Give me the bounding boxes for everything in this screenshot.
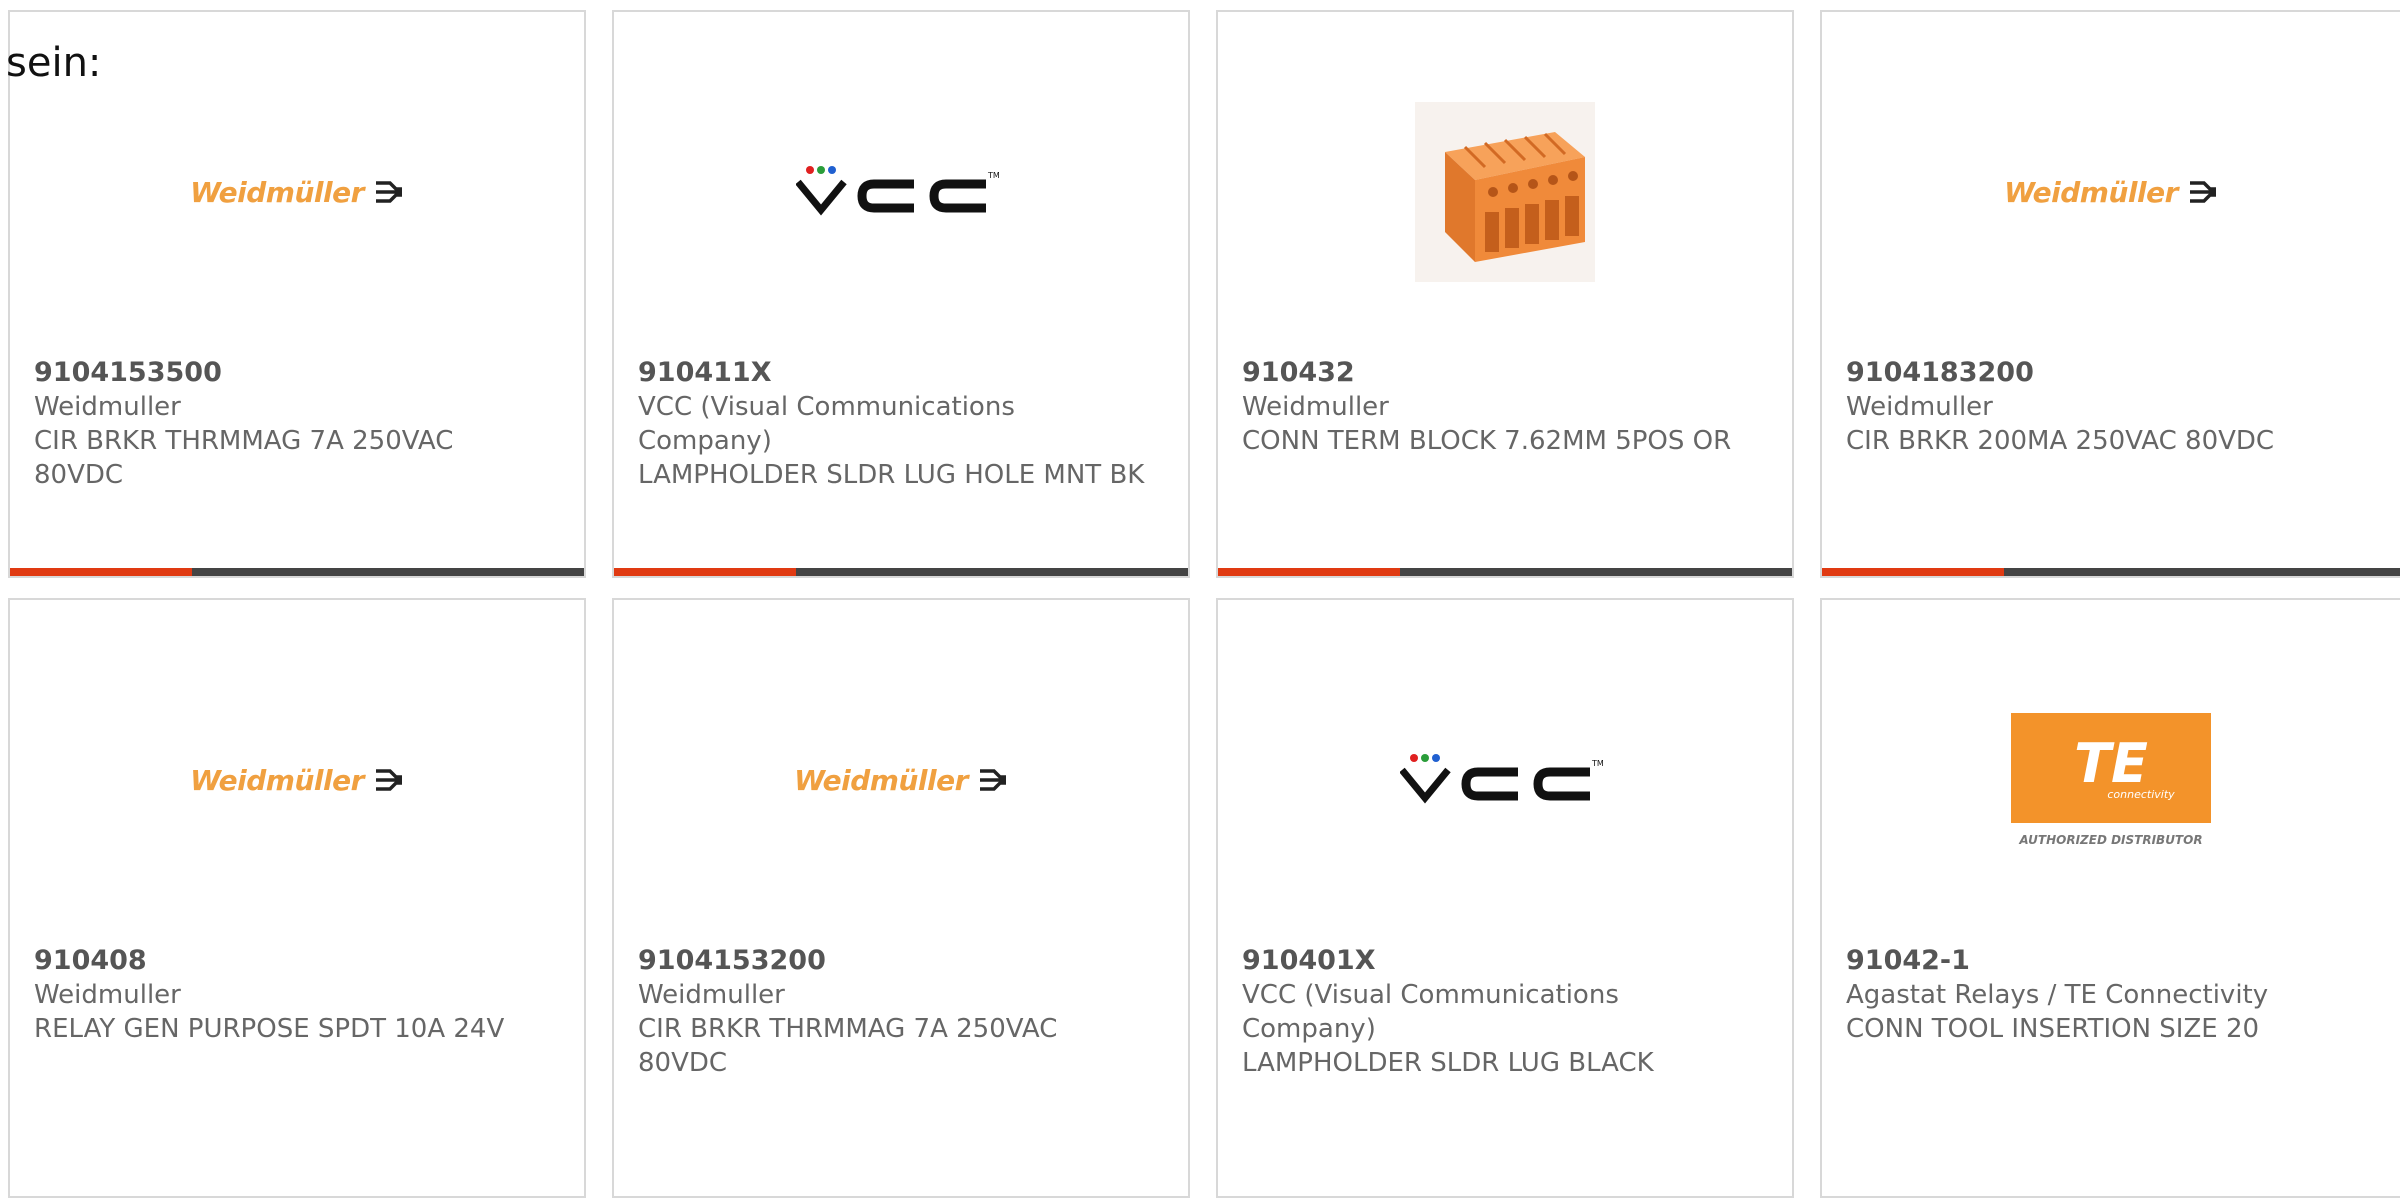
description: CIR BRKR THRMMAG 7A 250VAC 80VDC [34,426,454,490]
te-logo-text: TE [2074,731,2148,795]
product-image[interactable]: Weidmüller [1822,72,2400,312]
card-bar [614,568,1188,576]
card-bar [1822,568,2400,576]
product-card[interactable]: Weidmüller 9104183200 Weidmuller CIR BRK… [1820,10,2400,578]
description: CIR BRKR THRMMAG 7A 250VAC 80VDC [638,1014,1058,1078]
manufacturer: Weidmuller [34,392,181,422]
part-number[interactable]: 9104153200 [638,944,1148,978]
weidmuller-logo-text: Weidmüller [190,763,364,797]
part-number[interactable]: 910401X [1242,944,1752,978]
terminal-block-photo [1415,102,1595,282]
te-connectivity-logo: TE connectivity AUTHORIZED DISTRIBUTOR [2011,713,2211,847]
product-card[interactable]: TM 910401X VCC (Visual Communications Co… [1216,598,1794,1198]
weidmuller-logo: Weidmüller [2004,176,2218,209]
manufacturer: Agastat Relays / TE Connectivity [1846,980,2269,1010]
vcc-logo: TM [1400,754,1604,804]
product-image[interactable]: Weidmüller [10,660,584,900]
weidmuller-mark-icon [979,769,1006,791]
description: LAMPHOLDER SLDR LUG BLACK [1242,1048,1654,1078]
weidmuller-mark-icon [375,181,402,203]
vcc-logo: TM [796,166,1000,216]
description: RELAY GEN PURPOSE SPDT 10A 24V [34,1014,505,1044]
product-card[interactable]: TE connectivity AUTHORIZED DISTRIBUTOR 9… [1820,598,2400,1198]
authorized-distributor-label: AUTHORIZED DISTRIBUTOR [2019,833,2203,847]
description: CONN TOOL INSERTION SIZE 20 [1846,1014,2260,1044]
description: LAMPHOLDER SLDR LUG HOLE MNT BK [638,460,1145,490]
manufacturer: Weidmuller [34,980,181,1010]
product-card[interactable]: 910432 Weidmuller CONN TERM BLOCK 7.62MM… [1216,10,1794,578]
product-image[interactable]: Weidmüller [10,72,584,312]
part-number[interactable]: 910408 [34,944,544,978]
weidmuller-logo: Weidmüller [794,764,1008,797]
intro-text: sein: [6,40,102,86]
part-number[interactable]: 910432 [1242,356,1752,390]
part-number[interactable]: 9104183200 [1846,356,2360,390]
product-card[interactable]: TM 910411X VCC (Visual Communications Co… [612,10,1190,578]
product-image[interactable]: TE connectivity AUTHORIZED DISTRIBUTOR [1822,660,2400,900]
manufacturer: Weidmuller [1242,392,1389,422]
svg-text:TM: TM [987,171,1000,180]
weidmuller-mark-icon [375,769,402,791]
card-bar [1218,568,1792,576]
part-number[interactable]: 910411X [638,356,1148,390]
weidmuller-mark-icon [2189,181,2216,203]
product-card[interactable]: Weidmüller 9104153200 Weidmuller CIR BRK… [612,598,1190,1198]
weidmuller-logo: Weidmüller [190,176,404,209]
product-image[interactable]: Weidmüller [614,660,1188,900]
weidmuller-logo-text: Weidmüller [190,175,364,209]
te-logo-subtext: connectivity [2107,787,2175,801]
card-bar [10,568,584,576]
manufacturer: Weidmuller [1846,392,1993,422]
manufacturer: Weidmuller [638,980,785,1010]
part-number[interactable]: 9104153500 [34,356,544,390]
description: CONN TERM BLOCK 7.62MM 5POS OR [1242,426,1732,456]
part-number[interactable]: 91042-1 [1846,944,2360,978]
weidmuller-logo-text: Weidmüller [794,763,968,797]
manufacturer: VCC (Visual Communications Company) [1242,980,1619,1044]
product-image[interactable]: TM [614,72,1188,312]
svg-text:TM: TM [1591,759,1604,768]
product-card[interactable]: Weidmüller 910408 Weidmuller RELAY GEN P… [8,598,586,1198]
manufacturer: VCC (Visual Communications Company) [638,392,1015,456]
product-image[interactable] [1218,72,1792,312]
weidmuller-logo-text: Weidmüller [2004,175,2178,209]
weidmuller-logo: Weidmüller [190,764,404,797]
description: CIR BRKR 200MA 250VAC 80VDC [1846,426,2275,456]
product-card[interactable]: Weidmüller 9104153500 Weidmuller CIR BRK… [8,10,586,578]
product-image[interactable]: TM [1218,660,1792,900]
